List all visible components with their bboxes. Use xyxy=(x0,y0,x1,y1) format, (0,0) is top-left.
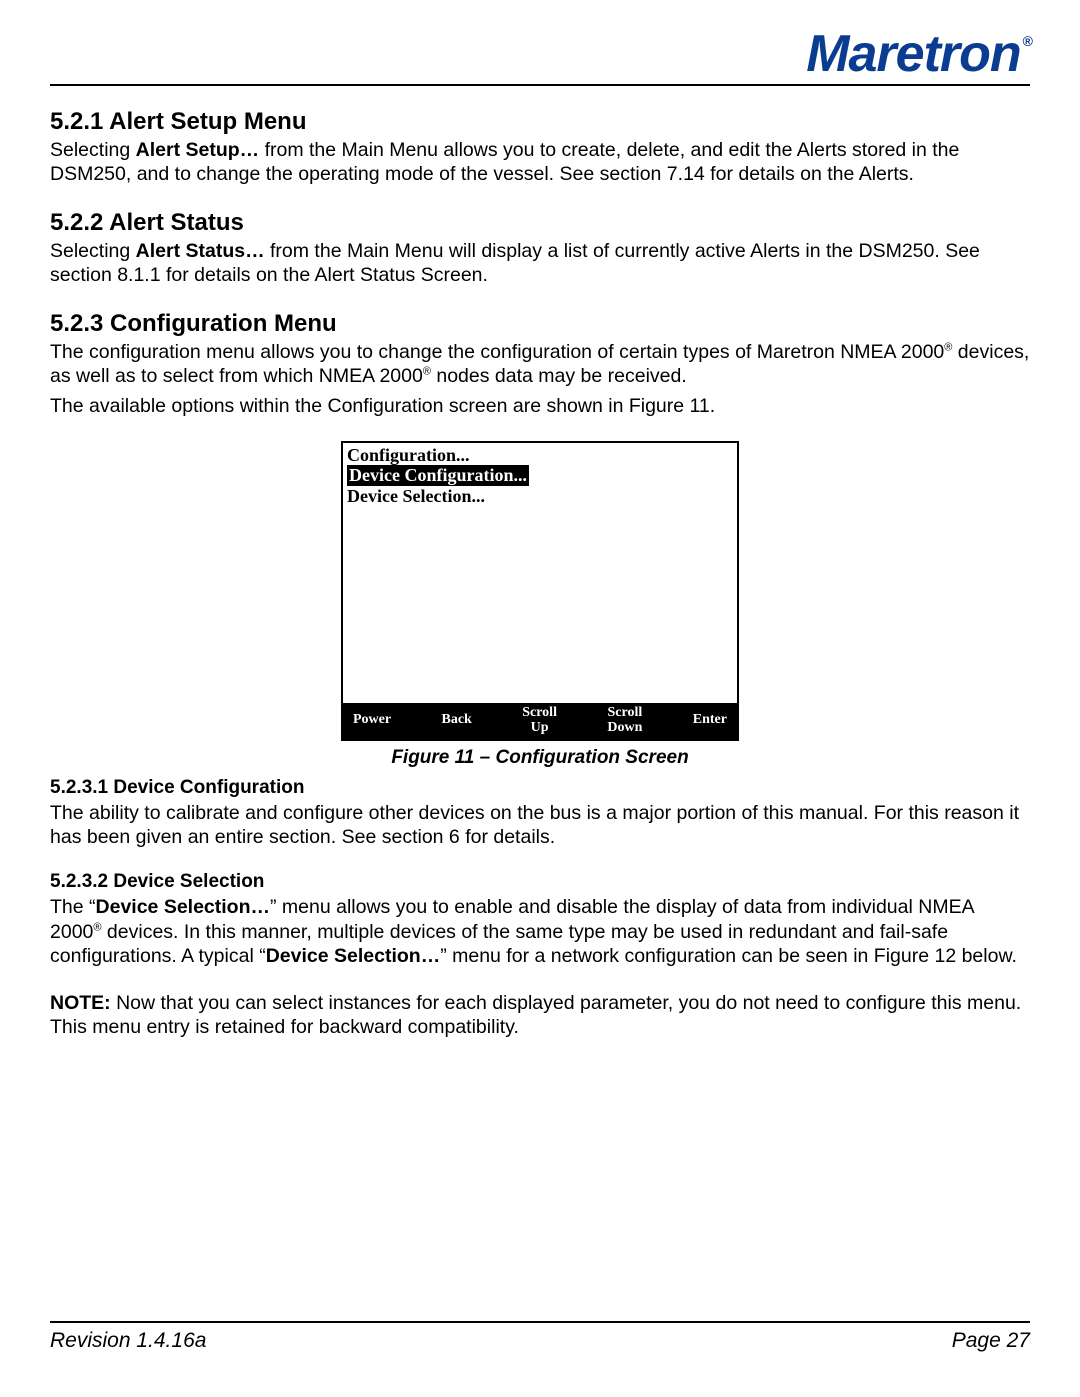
bold-device-selection: Device Selection… xyxy=(96,896,271,918)
screen-softkeys: Power Back Scroll Up Scroll Down Enter xyxy=(343,703,737,739)
reg-sup: ® xyxy=(423,365,431,377)
bold-alert-status: Alert Status… xyxy=(136,240,265,262)
menu-item-device-configuration[interactable]: Device Configuration... xyxy=(347,465,529,486)
document-page: Maretron® 5.2.1 Alert Setup Menu Selecti… xyxy=(0,0,1080,1397)
text: The configuration menu allows you to cha… xyxy=(50,341,944,363)
heading-5-2-2: 5.2.2 Alert Status xyxy=(50,209,1030,237)
heading-5-2-3-2: 5.2.3.2 Device Selection xyxy=(50,871,1030,893)
para-5-2-3-1: The ability to calibrate and configure o… xyxy=(50,801,1030,850)
bold-device-selection-2: Device Selection… xyxy=(266,945,441,967)
screen-content: Configuration... Device Configuration...… xyxy=(343,443,737,507)
heading-5-2-3: 5.2.3 Configuration Menu xyxy=(50,310,1030,338)
text: ” menu for a network configuration can b… xyxy=(440,945,1017,967)
figure-11: Configuration... Device Configuration...… xyxy=(50,441,1030,769)
heading-5-2-3-1: 5.2.3.1 Device Configuration xyxy=(50,777,1030,799)
note-body: Now that you can select instances for ea… xyxy=(50,992,1021,1038)
label: Up xyxy=(522,721,557,736)
softkey-power[interactable]: Power xyxy=(353,713,391,728)
para-5-2-2: Selecting Alert Status… from the Main Me… xyxy=(50,239,1030,288)
text: Selecting xyxy=(50,240,136,262)
softkey-scroll-down[interactable]: Scroll Down xyxy=(607,706,642,735)
text: nodes data may be received. xyxy=(431,365,687,387)
bold-alert-setup: Alert Setup… xyxy=(136,139,260,161)
label: Scroll xyxy=(522,706,557,721)
softkey-enter[interactable]: Enter xyxy=(693,713,727,728)
softkey-back[interactable]: Back xyxy=(441,713,471,728)
para-5-2-3b: The available options within the Configu… xyxy=(50,394,1030,418)
menu-item-device-selection[interactable]: Device Selection... xyxy=(347,486,733,507)
softkey-scroll-up[interactable]: Scroll Up xyxy=(522,706,557,735)
para-5-2-3-2: The “Device Selection…” menu allows you … xyxy=(50,895,1030,968)
para-note: NOTE: Now that you can select instances … xyxy=(50,991,1030,1040)
footer-page: Page 27 xyxy=(952,1329,1030,1353)
screen-title: Configuration... xyxy=(347,445,733,466)
figure-caption: Figure 11 – Configuration Screen xyxy=(50,747,1030,769)
brand-logo: Maretron® xyxy=(806,28,1030,80)
para-5-2-3a: The configuration menu allows you to cha… xyxy=(50,340,1030,389)
label: Down xyxy=(607,721,642,736)
footer-revision: Revision 1.4.16a xyxy=(50,1329,206,1353)
page-footer: Revision 1.4.16a Page 27 xyxy=(50,1321,1030,1353)
registered-symbol: ® xyxy=(1023,33,1032,49)
configuration-screen: Configuration... Device Configuration...… xyxy=(341,441,739,741)
text: Selecting xyxy=(50,139,136,161)
label: Scroll xyxy=(607,706,642,721)
page-header: Maretron® xyxy=(50,28,1030,86)
logo-text: Maretron xyxy=(806,25,1020,83)
heading-5-2-1: 5.2.1 Alert Setup Menu xyxy=(50,108,1030,136)
text: The “ xyxy=(50,896,96,918)
para-5-2-1: Selecting Alert Setup… from the Main Men… xyxy=(50,138,1030,187)
note-label: NOTE: xyxy=(50,992,111,1014)
reg-sup: ® xyxy=(93,921,101,933)
